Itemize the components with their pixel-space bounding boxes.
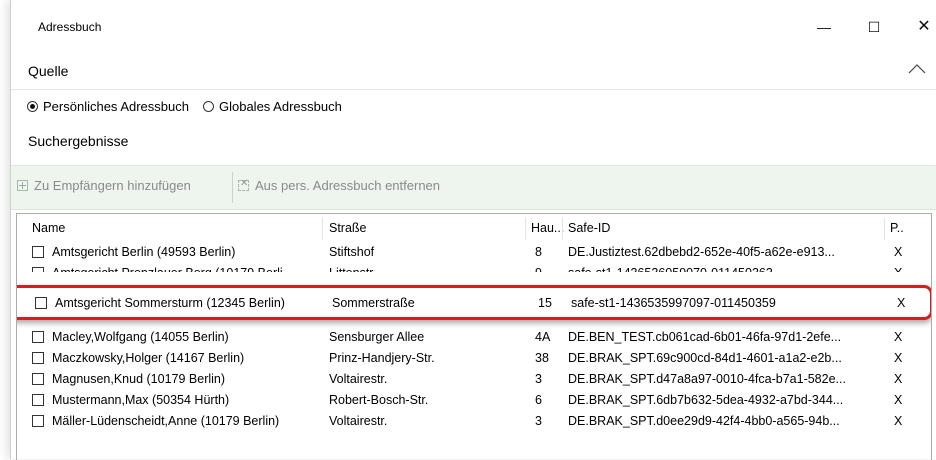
row-checkbox[interactable] [32, 373, 44, 385]
divider [11, 89, 936, 90]
table-header: Name Straße Hau... Safe-ID P.. [17, 218, 931, 240]
results-toolbar: Zu Empfängern hinzufügen Aus pers. Adres… [11, 165, 936, 210]
cell-street: Voltairestr. [329, 414, 388, 428]
cell-safe-id: DE.BRAK_SPT.6db7b632-5dea-4932-a7bd-344.… [568, 393, 844, 407]
row-checkbox[interactable] [32, 331, 44, 343]
radio-button-checked[interactable] [27, 101, 38, 112]
cell-name: Macley,Wolfgang (14055 Berlin) [52, 330, 229, 344]
column-header-name[interactable]: Name [32, 218, 322, 238]
cell-p: X [897, 296, 906, 310]
cell-p: X [894, 372, 903, 386]
minimize-icon[interactable]: — [809, 14, 839, 40]
radio-label: Globales Adressbuch [218, 99, 342, 114]
row-checkbox[interactable] [32, 246, 44, 258]
cell-name: Mustermann,Max (50354 Hürth) [52, 393, 230, 407]
chevron-up-icon[interactable] [906, 60, 928, 78]
row-checkbox[interactable] [32, 267, 44, 272]
column-header-safe-id[interactable]: Safe-ID [568, 218, 884, 238]
radio-label: Persönliches Adressbuch [43, 99, 189, 114]
add-icon [17, 180, 28, 191]
column-header-p[interactable]: P.. [890, 218, 920, 238]
table-row[interactable]: Macley,Wolfgang (14055 Berlin) Sensburge… [17, 327, 931, 347]
remove-from-addressbook-button[interactable]: Aus pers. Adressbuch entfernen [238, 178, 440, 193]
results-table: Name Straße Hau... Safe-ID P.. Amtsgeric… [16, 213, 932, 460]
cell-street: Prinz-Handjery-Str. [329, 351, 435, 365]
row-checkbox[interactable] [32, 415, 44, 427]
table-row[interactable]: Mäller-Lüdenscheidt,Anne (10179 Berlin) … [17, 411, 931, 431]
row-checkbox[interactable] [32, 394, 44, 406]
table-row[interactable]: Amtsgericht Berlin (49593 Berlin) Stifts… [17, 242, 931, 262]
cell-safe-id: safe-st1-1436535997097-011450359 [571, 296, 776, 310]
column-divider[interactable] [884, 218, 885, 240]
column-divider[interactable] [322, 218, 323, 240]
remove-icon [238, 178, 249, 191]
toolbar-separator [232, 172, 233, 203]
add-to-recipients-label: Zu Empfängern hinzufügen [34, 178, 191, 193]
source-heading: Quelle [28, 63, 69, 79]
cell-safe-id: safe-st1-1436536059070-011450363 [568, 263, 884, 272]
address-book-window: Adressbuch — ☐ ✕ Quelle Persönliches Adr… [10, 0, 936, 460]
cell-safe-id: DE.BRAK_SPT.69c900cd-84d1-4601-a1a2-e2b.… [568, 351, 842, 365]
cell-name: Amtsgericht Prenzlauer Berg (10179 Berli… [52, 263, 332, 272]
remove-from-addressbook-label: Aus pers. Adressbuch entfernen [255, 178, 441, 193]
results-heading: Suchergebnisse [28, 133, 129, 149]
cell-name: Magnusen,Knud (10179 Berlin) [52, 372, 226, 386]
column-header-street[interactable]: Straße [329, 218, 514, 238]
row-checkbox[interactable] [35, 297, 47, 309]
column-divider[interactable] [525, 218, 526, 240]
radio-global-addressbook[interactable]: Globales Adressbuch [202, 99, 342, 114]
cell-p: X [894, 393, 903, 407]
cell-name: Maczkowsky,Holger (14167 Berlin) [52, 351, 245, 365]
cell-safe-id: DE.BEN_TEST.cb061cad-6b01-46fa-97d1-2efe… [568, 330, 842, 344]
cell-p: X [894, 330, 903, 344]
table-row[interactable]: Amtsgericht Prenzlauer Berg (10179 Berli… [17, 263, 931, 272]
window-title: Adressbuch [38, 20, 102, 34]
close-icon[interactable]: ✕ [909, 14, 936, 40]
row-checkbox[interactable] [32, 352, 44, 364]
table-row[interactable]: Mustermann,Max (50354 Hürth) Robert-Bosc… [17, 390, 931, 410]
add-to-recipients-button[interactable]: Zu Empfängern hinzufügen [17, 178, 191, 193]
cell-safe-id: DE.Justiztest.62dbebd2-652e-40f5-a62e-e9… [568, 245, 835, 259]
table-row[interactable]: Magnusen,Knud (10179 Berlin) Voltairestr… [17, 369, 931, 389]
cell-street: Littenstr. [329, 263, 514, 272]
table-row-highlighted[interactable]: Amtsgericht Sommersturm (12345 Berlin) S… [20, 293, 931, 313]
source-radio-group: Persönliches Adressbuch Globales Adressb… [27, 99, 356, 114]
column-divider[interactable] [562, 218, 563, 240]
radio-button[interactable] [202, 101, 214, 112]
cell-p: X [894, 245, 903, 259]
cell-street: Sommerstraße [332, 296, 415, 310]
table-row[interactable]: Maczkowsky,Holger (14167 Berlin) Prinz-H… [17, 348, 931, 368]
cell-safe-id: DE.BRAK_SPT.d0ee29d9-42f4-4bb0-a565-94b.… [568, 414, 840, 428]
cell-name: Amtsgericht Berlin (49593 Berlin) [52, 245, 236, 259]
highlighted-row-callout: Amtsgericht Sommersturm (12345 Berlin) S… [17, 285, 931, 320]
title-bar: Adressbuch — ☐ ✕ [11, 0, 936, 46]
cell-street: Sensburger Allee [329, 330, 425, 344]
cell-p: X [894, 414, 903, 428]
cell-p: X [894, 351, 903, 365]
cell-p: X [894, 263, 924, 272]
cell-street: Voltairestr. [329, 372, 388, 386]
cell-street: Stiftshof [329, 245, 375, 259]
maximize-icon[interactable]: ☐ [859, 14, 889, 40]
radio-personal-addressbook[interactable]: Persönliches Adressbuch [27, 99, 189, 114]
cell-name: Amtsgericht Sommersturm (12345 Berlin) [55, 296, 285, 310]
cell-safe-id: DE.BRAK_SPT.d47a8a97-0010-4fca-b7a1-582e… [568, 372, 846, 386]
cell-street: Robert-Bosch-Str. [329, 393, 429, 407]
column-header-house-number[interactable]: Hau... [531, 218, 571, 238]
cell-name: Mäller-Lüdenscheidt,Anne (10179 Berlin) [52, 414, 280, 428]
